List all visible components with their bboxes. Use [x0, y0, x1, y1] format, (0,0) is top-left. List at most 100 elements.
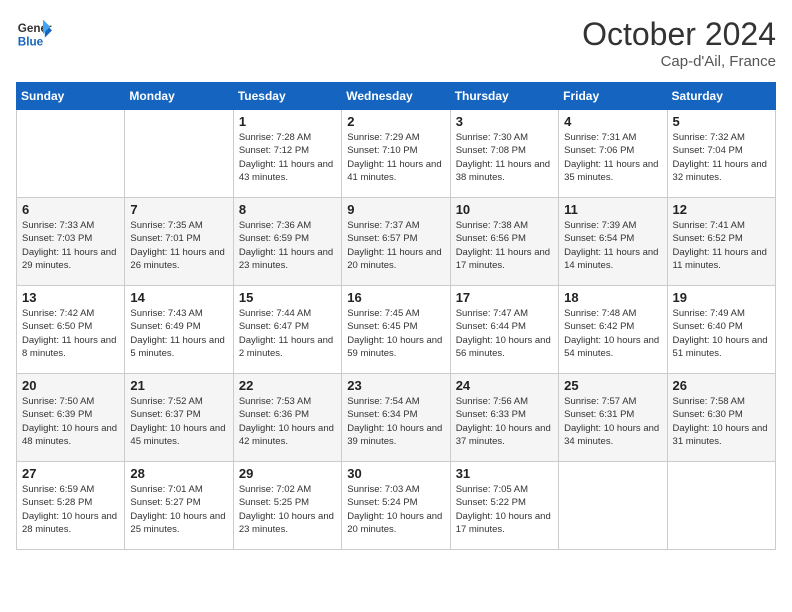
location-subtitle: Cap-d'Ail, France	[582, 53, 776, 70]
day-detail: Sunrise: 7:02 AMSunset: 5:25 PMDaylight:…	[239, 483, 336, 536]
day-number: 6	[22, 202, 119, 217]
day-number: 5	[673, 114, 770, 129]
week-row-1: 1 Sunrise: 7:28 AMSunset: 7:12 PMDaylight…	[17, 110, 776, 198]
week-row-5: 27 Sunrise: 6:59 AMSunset: 5:28 PMDayligh…	[17, 462, 776, 550]
calendar-cell: 1 Sunrise: 7:28 AMSunset: 7:12 PMDaylight…	[233, 110, 341, 198]
weekday-header-thursday: Thursday	[450, 83, 558, 110]
month-title: October 2024	[582, 16, 776, 53]
weekday-header-friday: Friday	[559, 83, 667, 110]
day-detail: Sunrise: 7:29 AMSunset: 7:10 PMDaylight:…	[347, 131, 444, 184]
day-number: 2	[347, 114, 444, 129]
day-detail: Sunrise: 7:35 AMSunset: 7:01 PMDaylight:…	[130, 219, 227, 272]
day-number: 24	[456, 378, 553, 393]
calendar-cell: 13 Sunrise: 7:42 AMSunset: 6:50 PMDayligh…	[17, 286, 125, 374]
day-detail: Sunrise: 7:42 AMSunset: 6:50 PMDaylight:…	[22, 307, 119, 360]
calendar-cell: 27 Sunrise: 6:59 AMSunset: 5:28 PMDayligh…	[17, 462, 125, 550]
day-detail: Sunrise: 7:44 AMSunset: 6:47 PMDaylight:…	[239, 307, 336, 360]
calendar-cell	[17, 110, 125, 198]
calendar-cell	[559, 462, 667, 550]
calendar-cell: 5 Sunrise: 7:32 AMSunset: 7:04 PMDaylight…	[667, 110, 775, 198]
day-number: 10	[456, 202, 553, 217]
weekday-header-tuesday: Tuesday	[233, 83, 341, 110]
day-number: 22	[239, 378, 336, 393]
day-detail: Sunrise: 7:38 AMSunset: 6:56 PMDaylight:…	[456, 219, 553, 272]
day-detail: Sunrise: 6:59 AMSunset: 5:28 PMDaylight:…	[22, 483, 119, 536]
day-detail: Sunrise: 7:52 AMSunset: 6:37 PMDaylight:…	[130, 395, 227, 448]
calendar-cell: 28 Sunrise: 7:01 AMSunset: 5:27 PMDayligh…	[125, 462, 233, 550]
day-number: 16	[347, 290, 444, 305]
title-block: October 2024 Cap-d'Ail, France	[582, 16, 776, 70]
day-detail: Sunrise: 7:32 AMSunset: 7:04 PMDaylight:…	[673, 131, 770, 184]
weekday-header-monday: Monday	[125, 83, 233, 110]
week-row-4: 20Sunrise: 7:50 AMSunset: 6:39 PMDayligh…	[17, 374, 776, 462]
day-number: 30	[347, 466, 444, 481]
day-detail: Sunrise: 7:05 AMSunset: 5:22 PMDaylight:…	[456, 483, 553, 536]
day-number: 17	[456, 290, 553, 305]
calendar-cell: 12Sunrise: 7:41 AMSunset: 6:52 PMDayligh…	[667, 198, 775, 286]
logo-icon: General Blue	[16, 16, 52, 52]
day-number: 11	[564, 202, 661, 217]
day-number: 27	[22, 466, 119, 481]
calendar-cell: 31 Sunrise: 7:05 AMSunset: 5:22 PMDayligh…	[450, 462, 558, 550]
day-number: 4	[564, 114, 661, 129]
day-number: 1	[239, 114, 336, 129]
day-detail: Sunrise: 7:58 AMSunset: 6:30 PMDaylight:…	[673, 395, 770, 448]
day-number: 20	[22, 378, 119, 393]
day-detail: Sunrise: 7:37 AMSunset: 6:57 PMDaylight:…	[347, 219, 444, 272]
calendar-cell: 11 Sunrise: 7:39 AMSunset: 6:54 PMDayligh…	[559, 198, 667, 286]
day-number: 23	[347, 378, 444, 393]
day-detail: Sunrise: 7:57 AMSunset: 6:31 PMDaylight:…	[564, 395, 661, 448]
calendar-cell: 23Sunrise: 7:54 AMSunset: 6:34 PMDayligh…	[342, 374, 450, 462]
calendar-cell: 14 Sunrise: 7:43 AMSunset: 6:49 PMDayligh…	[125, 286, 233, 374]
calendar-cell: 22 Sunrise: 7:53 AMSunset: 6:36 PMDayligh…	[233, 374, 341, 462]
day-number: 12	[673, 202, 770, 217]
calendar-cell: 18Sunrise: 7:48 AMSunset: 6:42 PMDayligh…	[559, 286, 667, 374]
calendar-cell: 8Sunrise: 7:36 AMSunset: 6:59 PMDaylight…	[233, 198, 341, 286]
weekday-header-sunday: Sunday	[17, 83, 125, 110]
day-number: 13	[22, 290, 119, 305]
day-detail: Sunrise: 7:33 AMSunset: 7:03 PMDaylight:…	[22, 219, 119, 272]
weekday-header-wednesday: Wednesday	[342, 83, 450, 110]
calendar-cell: 30 Sunrise: 7:03 AMSunset: 5:24 PMDayligh…	[342, 462, 450, 550]
page-header: General Blue October 2024 Cap-d'Ail, Fra…	[16, 16, 776, 70]
calendar-cell: 25 Sunrise: 7:57 AMSunset: 6:31 PMDayligh…	[559, 374, 667, 462]
day-detail: Sunrise: 7:45 AMSunset: 6:45 PMDaylight:…	[347, 307, 444, 360]
day-detail: Sunrise: 7:43 AMSunset: 6:49 PMDaylight:…	[130, 307, 227, 360]
svg-text:Blue: Blue	[18, 36, 44, 49]
day-number: 19	[673, 290, 770, 305]
calendar-cell: 15Sunrise: 7:44 AMSunset: 6:47 PMDayligh…	[233, 286, 341, 374]
day-detail: Sunrise: 7:01 AMSunset: 5:27 PMDaylight:…	[130, 483, 227, 536]
calendar-cell: 10 Sunrise: 7:38 AMSunset: 6:56 PMDayligh…	[450, 198, 558, 286]
day-detail: Sunrise: 7:28 AMSunset: 7:12 PMDaylight:…	[239, 131, 336, 184]
day-detail: Sunrise: 7:30 AMSunset: 7:08 PMDaylight:…	[456, 131, 553, 184]
weekday-header-saturday: Saturday	[667, 83, 775, 110]
day-number: 25	[564, 378, 661, 393]
day-number: 14	[130, 290, 227, 305]
day-number: 28	[130, 466, 227, 481]
calendar-cell: 6 Sunrise: 7:33 AMSunset: 7:03 PMDaylight…	[17, 198, 125, 286]
week-row-2: 6 Sunrise: 7:33 AMSunset: 7:03 PMDaylight…	[17, 198, 776, 286]
calendar-cell: 9Sunrise: 7:37 AMSunset: 6:57 PMDaylight…	[342, 198, 450, 286]
weekday-header-row: SundayMondayTuesdayWednesdayThursdayFrid…	[17, 83, 776, 110]
calendar-cell: 19 Sunrise: 7:49 AMSunset: 6:40 PMDayligh…	[667, 286, 775, 374]
calendar-cell: 21Sunrise: 7:52 AMSunset: 6:37 PMDayligh…	[125, 374, 233, 462]
day-number: 3	[456, 114, 553, 129]
logo: General Blue	[16, 16, 52, 52]
day-detail: Sunrise: 7:53 AMSunset: 6:36 PMDaylight:…	[239, 395, 336, 448]
day-detail: Sunrise: 7:39 AMSunset: 6:54 PMDaylight:…	[564, 219, 661, 272]
day-number: 31	[456, 466, 553, 481]
day-number: 7	[130, 202, 227, 217]
day-number: 29	[239, 466, 336, 481]
calendar-cell: 16 Sunrise: 7:45 AMSunset: 6:45 PMDayligh…	[342, 286, 450, 374]
day-detail: Sunrise: 7:56 AMSunset: 6:33 PMDaylight:…	[456, 395, 553, 448]
calendar-cell	[667, 462, 775, 550]
day-detail: Sunrise: 7:03 AMSunset: 5:24 PMDaylight:…	[347, 483, 444, 536]
calendar-cell: 2 Sunrise: 7:29 AMSunset: 7:10 PMDaylight…	[342, 110, 450, 198]
day-detail: Sunrise: 7:48 AMSunset: 6:42 PMDaylight:…	[564, 307, 661, 360]
day-detail: Sunrise: 7:49 AMSunset: 6:40 PMDaylight:…	[673, 307, 770, 360]
calendar-cell: 20Sunrise: 7:50 AMSunset: 6:39 PMDayligh…	[17, 374, 125, 462]
calendar-cell: 3 Sunrise: 7:30 AMSunset: 7:08 PMDaylight…	[450, 110, 558, 198]
calendar-cell: 24 Sunrise: 7:56 AMSunset: 6:33 PMDayligh…	[450, 374, 558, 462]
calendar-cell: 29 Sunrise: 7:02 AMSunset: 5:25 PMDayligh…	[233, 462, 341, 550]
week-row-3: 13 Sunrise: 7:42 AMSunset: 6:50 PMDayligh…	[17, 286, 776, 374]
